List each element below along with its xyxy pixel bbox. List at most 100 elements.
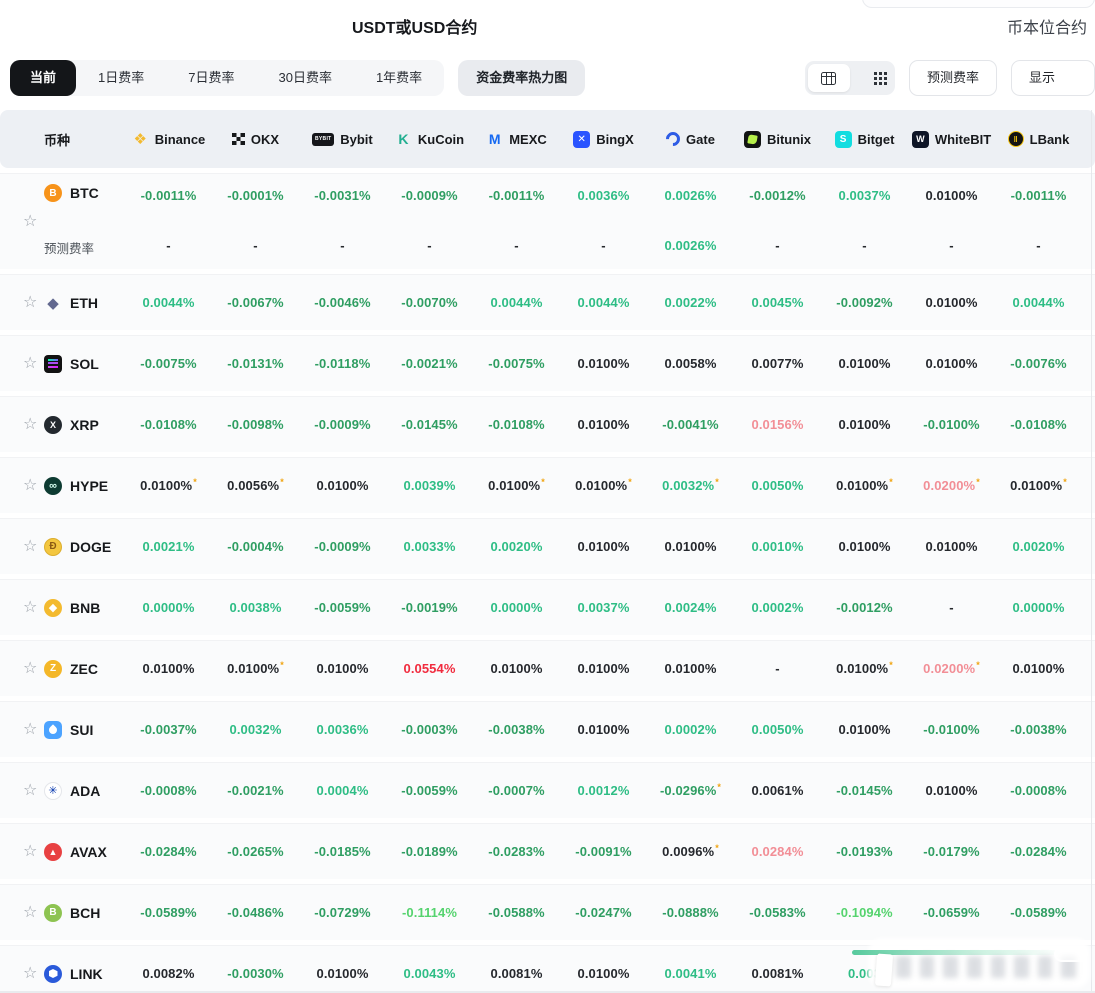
- favorite-star-icon[interactable]: ☆: [23, 660, 37, 677]
- grid-view-button[interactable]: [850, 64, 892, 92]
- rate-value: 0.0050%: [751, 477, 804, 493]
- rate-value: 0.0036%: [316, 721, 369, 737]
- asterisk-flag-icon: *: [541, 476, 545, 487]
- exchange-name: BingX: [596, 131, 634, 147]
- rate-cell-sol-binance: -0.0075%: [125, 355, 212, 373]
- exchange-header-bitunix[interactable]: Bitunix: [734, 130, 821, 148]
- filter-tab-4[interactable]: 1年费率: [354, 60, 444, 96]
- favorite-star-icon[interactable]: ☆: [23, 213, 37, 230]
- table-right-divider: [1091, 110, 1092, 993]
- coin-symbol: HYPE: [70, 477, 109, 494]
- filter-tab-0[interactable]: 当前: [10, 60, 77, 96]
- rate-cell-zec-gate: 0.0100%: [647, 660, 734, 678]
- coin-cell-zec[interactable]: ☆ Z ZEC: [0, 641, 125, 696]
- rate-value: -0.0007%: [488, 782, 545, 798]
- rate-cell-zec-bybit: 0.0100%: [299, 660, 386, 678]
- filter-tab-3[interactable]: 30日费率: [256, 60, 353, 96]
- favorite-star-icon[interactable]: ☆: [23, 355, 37, 372]
- rate-value: -: [949, 599, 954, 615]
- tab-usdt-contracts[interactable]: USDT或USD合约: [352, 14, 477, 38]
- rate-cell-bch-bitunix: -0.0583%: [734, 904, 821, 922]
- exchange-header-kucoin[interactable]: K KuCoin: [386, 131, 473, 148]
- rate-value: 0.0032%: [229, 721, 282, 737]
- rate-cell-xrp-gate: -0.0041%: [647, 416, 734, 434]
- rate-value: -0.0729%: [314, 904, 371, 920]
- coin-cell-sol[interactable]: ☆ SOL: [0, 336, 125, 391]
- exchange-header-binance[interactable]: ❖ Binance: [125, 131, 212, 148]
- favorite-star-icon[interactable]: ☆: [23, 721, 37, 738]
- favorite-star-icon[interactable]: ☆: [23, 782, 37, 799]
- favorite-star-icon[interactable]: ☆: [23, 599, 37, 616]
- rate-cell-zec-binance: 0.0100%: [125, 660, 212, 678]
- rate-value: -0.0011%: [1010, 188, 1067, 203]
- coin-cell-bch[interactable]: ☆ B BCH: [0, 885, 125, 940]
- show-button[interactable]: 显示: [1011, 60, 1095, 96]
- coin-cell-link[interactable]: ☆ LINK: [0, 946, 125, 993]
- rate-cell-link-mexc: 0.0081%: [473, 965, 560, 983]
- rate-cell-bch-gate: -0.0888%: [647, 904, 734, 922]
- filter-tab-2[interactable]: 7日费率: [166, 60, 256, 96]
- exchange-header-bingx[interactable]: ✕ BingX: [560, 130, 647, 148]
- rate-value: -0.0888%: [662, 904, 719, 920]
- exchange-header-gate[interactable]: Gate: [647, 129, 734, 149]
- table-body: ☆ B BTC 预测费率 -0.0011% - -0.0001% - -0.0031% - -0.0…: [0, 173, 1095, 993]
- coin-cell-ada[interactable]: ☆ ✳ ADA: [0, 763, 125, 818]
- coin-cell-doge[interactable]: ☆ Ð DOGE: [0, 519, 125, 574]
- rate-cell-ada-whitebit: 0.0100%: [908, 782, 995, 800]
- rate-value: -0.0588%: [488, 904, 545, 920]
- doge-coin-icon: Ð: [44, 537, 62, 556]
- exchange-header-bitget[interactable]: S Bitget: [821, 130, 908, 148]
- funding-heatmap-button[interactable]: 资金费率热力图: [458, 60, 586, 96]
- coin-label: ∞ HYPE: [0, 476, 109, 495]
- favorite-star-icon[interactable]: ☆: [23, 538, 37, 555]
- sol-coin-icon: [44, 354, 62, 373]
- tab-coin-margined-contracts[interactable]: 币本位合约: [1007, 14, 1087, 38]
- coin-cell-sui[interactable]: ☆ SUI: [0, 702, 125, 757]
- coin-cell-xrp[interactable]: ☆ X XRP: [0, 397, 125, 452]
- coin-label: ◆ ETH: [0, 294, 98, 312]
- exchange-header-okx[interactable]: OKX: [212, 132, 299, 147]
- rate-cell-avax-whitebit: -0.0179%: [908, 843, 995, 861]
- favorite-star-icon[interactable]: ☆: [23, 965, 37, 982]
- rate-value: 0.0100%: [925, 294, 978, 310]
- coin-cell-eth[interactable]: ☆ ◆ ETH: [0, 275, 125, 330]
- rate-cell-sol-gate: 0.0058%: [647, 355, 734, 373]
- rate-value: -0.0583%: [749, 904, 806, 920]
- rate-value: 0.0100%: [577, 538, 630, 554]
- rate-cell-btc-gate: 0.0026% 0.0026%: [647, 174, 734, 269]
- coin-row-link: ☆ LINK 0.0082% -0.0030% 0.0100% 0.0043% 0.0081…: [0, 945, 1095, 993]
- favorite-star-icon[interactable]: ☆: [23, 904, 37, 921]
- favorite-star-icon[interactable]: ☆: [23, 477, 37, 494]
- exchange-header-lbank[interactable]: ‖ LBank: [995, 131, 1082, 147]
- rate-value: 0.0044%: [490, 294, 543, 310]
- favorite-star-icon[interactable]: ☆: [23, 294, 37, 311]
- favorite-star-icon[interactable]: ☆: [23, 416, 37, 433]
- coin-cell-btc[interactable]: ☆ B BTC 预测费率: [0, 174, 125, 269]
- rate-cell-sui-bybit: 0.0036%: [299, 721, 386, 739]
- rate-value: 0.0100%: [838, 355, 891, 371]
- rate-cell-xrp-bingx: 0.0100%: [560, 416, 647, 434]
- coin-cell-avax[interactable]: ☆ ▲ AVAX: [0, 824, 125, 879]
- rate-cell-eth-okx: -0.0067%: [212, 294, 299, 312]
- asterisk-flag-icon: *: [280, 476, 284, 487]
- exchange-header-whitebit[interactable]: W WhiteBIT: [908, 130, 995, 148]
- rate-cell-doge-whitebit: 0.0100%: [908, 538, 995, 556]
- exchange-header-bybit[interactable]: BYBIT Bybit: [299, 132, 386, 147]
- view-toggle: [804, 61, 895, 95]
- coin-cell-hype[interactable]: ☆ ∞ HYPE: [0, 458, 125, 513]
- rate-cell-ada-binance: -0.0008%: [125, 782, 212, 800]
- coin-cell-bnb[interactable]: ☆ ◆ BNB: [0, 580, 125, 635]
- rate-cell-eth-bybit: -0.0046%: [299, 294, 386, 312]
- table-view-button[interactable]: [807, 64, 850, 92]
- exchange-header-mexc[interactable]: M MEXC: [473, 131, 560, 148]
- exchange-name: Bitunix: [766, 131, 812, 147]
- rate-value: 0.0100%*: [1010, 476, 1067, 493]
- rate-value: -0.0486%: [227, 904, 284, 920]
- rate-value: -0.0091%: [575, 843, 632, 859]
- coin-label: X XRP: [0, 415, 99, 434]
- filter-tab-1[interactable]: 1日费率: [76, 60, 166, 96]
- coin-label: Z ZEC: [0, 659, 98, 678]
- favorite-star-icon[interactable]: ☆: [23, 843, 37, 860]
- rate-cell-xrp-lbank: -0.0108%: [995, 416, 1082, 434]
- predicted-rate-button[interactable]: 预测费率: [908, 60, 997, 96]
